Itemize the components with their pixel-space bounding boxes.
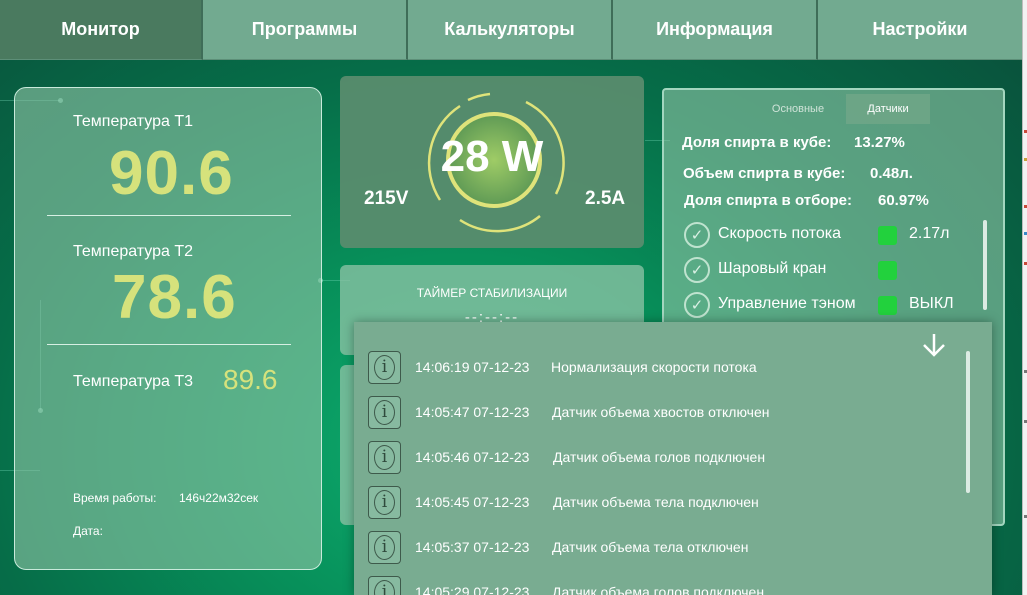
- sensor-row-heater: ✓ Управление тэном ВЫКЛ: [684, 291, 954, 319]
- log-scrollbar[interactable]: [966, 351, 970, 493]
- log-entry: i 14:05:29 07-12-23 Датчик объема голов …: [368, 575, 764, 595]
- check-circle-icon: ✓: [684, 292, 710, 318]
- tab-programs[interactable]: Программы: [203, 0, 408, 60]
- check-circle-icon: ✓: [684, 257, 710, 283]
- tab-monitor[interactable]: Монитор: [0, 0, 203, 60]
- info-glyph: i: [374, 444, 395, 470]
- info-icon: i: [368, 575, 401, 595]
- tab-calculators[interactable]: Калькуляторы: [408, 0, 613, 60]
- info-glyph: i: [374, 354, 395, 380]
- status-led: [878, 261, 897, 280]
- info-icon: i: [368, 440, 401, 474]
- t1-value: 90.6: [109, 139, 234, 208]
- log-time: 14:05:29 07-12-23: [415, 584, 530, 595]
- t1-label: Температура Т1: [73, 113, 194, 130]
- info-icon: i: [368, 395, 401, 429]
- date-label: Дата:: [73, 524, 103, 538]
- sensor-row-flow: ✓ Скорость потока 2.17л: [684, 221, 949, 249]
- info-glyph: i: [374, 489, 395, 515]
- current-value: 2.5A: [585, 188, 626, 209]
- heater-label: Управление тэном: [718, 295, 856, 312]
- log-message: Датчик объема тела отключен: [552, 539, 749, 555]
- log-time: 14:05:47 07-12-23: [415, 404, 530, 420]
- log-entry: i 14:05:47 07-12-23 Датчик объема хвосто…: [368, 395, 769, 429]
- main-nav: Монитор Программы Калькуляторы Информаци…: [0, 0, 1022, 60]
- heater-value: ВЫКЛ: [909, 295, 954, 312]
- log-time: 14:05:37 07-12-23: [415, 539, 530, 555]
- alcohol-share-cube-value: 13.27%: [854, 134, 905, 151]
- info-glyph: i: [374, 579, 395, 595]
- log-message: Датчик объема хвостов отключен: [552, 404, 770, 420]
- info-icon: i: [368, 350, 401, 384]
- log-time: 14:05:46 07-12-23: [415, 449, 530, 465]
- flow-label: Скорость потока: [718, 225, 842, 242]
- tab-settings[interactable]: Настройки: [818, 0, 1022, 60]
- ball-valve-label: Шаровый кран: [718, 260, 827, 277]
- info-glyph: i: [374, 534, 395, 560]
- alcohol-volume-cube-value: 0.48л.: [870, 165, 913, 182]
- log-entry: i 14:06:19 07-12-23 Нормализация скорост…: [368, 350, 757, 384]
- runtime-value: 146ч22м32сек: [179, 491, 259, 505]
- log-entry: i 14:05:46 07-12-23 Датчик объема голов …: [368, 440, 765, 474]
- runtime-label: Время работы:: [73, 491, 157, 505]
- monitor-app: Монитор Программы Калькуляторы Информаци…: [0, 0, 1022, 595]
- log-entry: i 14:05:37 07-12-23 Датчик объема тела о…: [368, 530, 748, 564]
- status-led: [878, 296, 897, 315]
- divider: [47, 344, 291, 345]
- tab-information[interactable]: Информация: [613, 0, 818, 60]
- sensors-scrollbar[interactable]: [983, 220, 987, 310]
- info-icon: i: [368, 530, 401, 564]
- power-card: 28 W 215V 2.5A: [340, 76, 644, 248]
- log-message: Датчик объема голов подключен: [553, 449, 766, 465]
- t3-label: Температура Т3: [73, 373, 194, 390]
- log-time: 14:05:45 07-12-23: [415, 494, 530, 510]
- subtab-main[interactable]: Основные: [756, 94, 840, 124]
- log-entry: i 14:05:45 07-12-23 Датчик объема тела п…: [368, 485, 759, 519]
- voltage-value: 215V: [364, 188, 409, 209]
- info-glyph: i: [374, 399, 395, 425]
- t2-value: 78.6: [112, 263, 237, 332]
- timer-title: ТАЙМЕР СТАБИЛИЗАЦИИ: [416, 286, 568, 300]
- flow-value: 2.17л: [909, 225, 950, 242]
- log-time: 14:06:19 07-12-23: [415, 359, 530, 375]
- t3-value: 89.6: [223, 364, 278, 395]
- power-watts: 28 W: [440, 132, 544, 181]
- t2-label: Температура Т2: [73, 243, 194, 260]
- divider: [47, 215, 291, 216]
- temperature-card: Температура Т1 90.6 Температура Т2 78.6 …: [14, 87, 322, 570]
- alcohol-share-draw-label: Доля спирта в отборе:: [684, 192, 853, 209]
- check-circle-icon: ✓: [684, 222, 710, 248]
- status-led: [878, 226, 897, 245]
- subtab-sensors[interactable]: Датчики: [846, 94, 930, 124]
- event-log: i 14:06:19 07-12-23 Нормализация скорост…: [354, 322, 992, 595]
- log-message: Нормализация скорости потока: [551, 359, 757, 375]
- alcohol-share-cube-label: Доля спирта в кубе:: [682, 134, 832, 151]
- alcohol-share-draw-value: 60.97%: [878, 192, 929, 209]
- background-window-edge: [1022, 0, 1027, 595]
- sensor-row-ball-valve: ✓ Шаровый кран: [684, 256, 897, 284]
- info-icon: i: [368, 485, 401, 519]
- log-message: Датчик объема голов подключен: [552, 584, 765, 595]
- log-message: Датчик объема тела подключен: [553, 494, 759, 510]
- alcohol-volume-cube-label: Объем спирта в кубе:: [683, 165, 846, 182]
- arrow-down-icon[interactable]: [919, 330, 949, 360]
